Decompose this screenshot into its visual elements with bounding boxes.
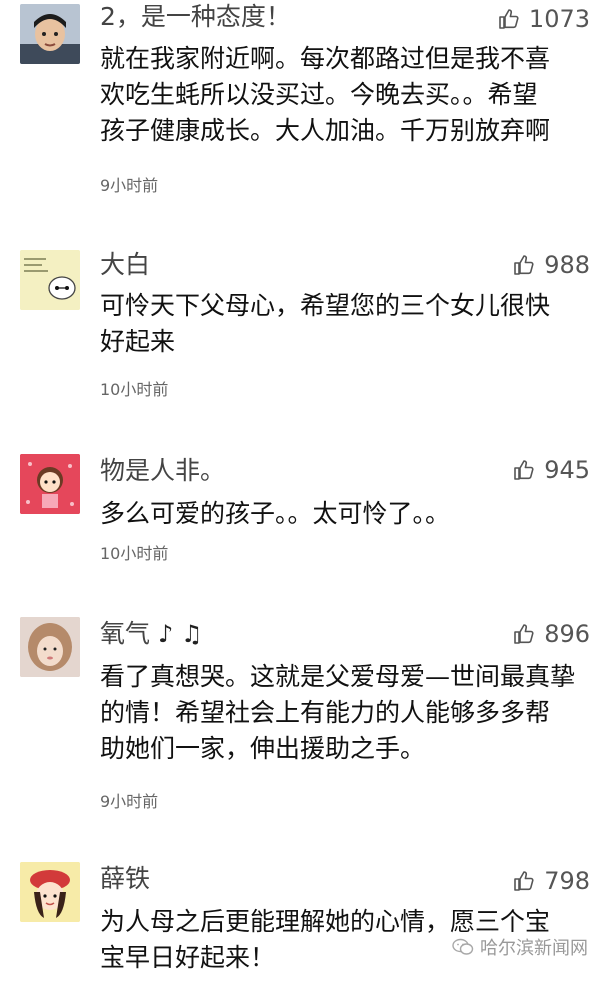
comment-time: 9小时前 bbox=[100, 792, 159, 811]
red-hat-girl-avatar-icon bbox=[20, 862, 80, 922]
photo-girl-avatar-icon bbox=[20, 617, 80, 677]
comment-line: 可怜天下父母心，希望您的三个女儿很快 bbox=[100, 291, 551, 320]
thumbs-up-icon bbox=[514, 871, 534, 891]
comment-time: 9小时前 bbox=[100, 176, 159, 195]
comment-username[interactable]: 大白 bbox=[100, 250, 150, 280]
avatar[interactable] bbox=[20, 250, 80, 310]
comment-username[interactable]: 2，是一种态度！ bbox=[100, 2, 291, 32]
comment-line: 助她们一家，伸出援助之手。 bbox=[100, 734, 426, 763]
wechat-icon bbox=[452, 938, 474, 955]
avatar[interactable] bbox=[20, 454, 80, 514]
cartoon-girl-avatar-icon bbox=[20, 454, 80, 514]
comment-text: 可怜天下父母心，希望您的三个女儿很快 好起来 bbox=[100, 288, 590, 360]
avatar[interactable] bbox=[20, 862, 80, 922]
watermark: 哈尔滨新闻网 bbox=[452, 934, 588, 960]
comment-username[interactable]: 薛铁 bbox=[100, 864, 150, 894]
like-button[interactable]: 1073 bbox=[497, 3, 590, 35]
avatar[interactable] bbox=[20, 617, 80, 677]
comment-text: 看了真想哭。这就是父爱母爱—世间最真挚 的情！希望社会上有能力的人能够多多帮 助… bbox=[100, 659, 590, 767]
like-count: 945 bbox=[544, 456, 590, 484]
comment-time: 10小时前 bbox=[100, 380, 169, 399]
like-count: 1073 bbox=[528, 5, 590, 33]
like-button[interactable]: 945 bbox=[512, 454, 590, 486]
comment-text: 多么可爱的孩子。。太可怜了。。 bbox=[100, 496, 590, 532]
comment-time: 10小时前 bbox=[100, 544, 169, 563]
comment-username[interactable]: 物是人非。 bbox=[100, 456, 225, 486]
comment-username[interactable]: 氧气 ♪ ♫ bbox=[100, 619, 202, 649]
comment-line: 就在我家附近啊。每次都路过但是我不喜 bbox=[100, 44, 551, 73]
music-notes-icon: ♪ ♫ bbox=[158, 620, 203, 648]
comment-line: 好起来 bbox=[100, 327, 176, 356]
comment-username-text: 氧气 bbox=[100, 619, 151, 648]
like-count: 798 bbox=[544, 867, 590, 895]
watermark-text: 哈尔滨新闻网 bbox=[480, 938, 588, 959]
like-button[interactable]: 896 bbox=[512, 618, 590, 650]
comment-text: 就在我家附近啊。每次都路过但是我不喜 欢吃生蚝所以没买过。今晚去买。。希望 孩子… bbox=[100, 41, 590, 149]
thumbs-up-icon bbox=[514, 255, 534, 275]
comment-line: 欢吃生蚝所以没买过。今晚去买。。希望 bbox=[100, 80, 538, 109]
comment-line: 看了真想哭。这就是父爱母爱—世间最真挚 bbox=[100, 662, 576, 691]
thumbs-up-icon bbox=[499, 9, 519, 29]
like-button[interactable]: 798 bbox=[512, 865, 590, 897]
thumbs-up-icon bbox=[514, 460, 534, 480]
comment-line: 多么可爱的孩子。。太可怜了。。 bbox=[100, 499, 451, 528]
comment-line: 孩子健康成长。大人加油。千万别放弃啊 bbox=[100, 116, 551, 145]
thumbs-up-icon bbox=[514, 624, 534, 644]
baymax-avatar-icon bbox=[20, 250, 80, 310]
like-button[interactable]: 988 bbox=[512, 249, 590, 281]
boy-avatar-icon bbox=[20, 4, 80, 64]
avatar[interactable] bbox=[20, 4, 80, 64]
comment-line: 的情！希望社会上有能力的人能够多多帮 bbox=[100, 698, 551, 727]
like-count: 988 bbox=[544, 251, 590, 279]
like-count: 896 bbox=[544, 620, 590, 648]
